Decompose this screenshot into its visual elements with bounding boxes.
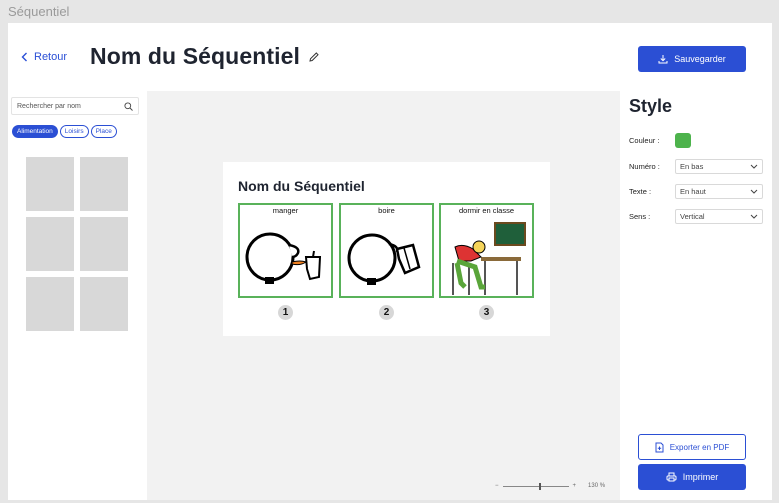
page-title-text: Nom du Séquentiel — [90, 43, 300, 69]
save-button[interactable]: Sauvegarder — [638, 46, 746, 72]
text-label: Texte : — [629, 187, 652, 196]
zoom-control: − + 130 % — [495, 482, 606, 490]
pictogram-thumbnail[interactable] — [26, 277, 74, 331]
filter-place[interactable]: Place — [90, 125, 117, 138]
step-label: manger — [272, 206, 299, 215]
color-row: Couleur : — [629, 133, 691, 148]
step-number-1: 1 — [278, 305, 293, 320]
select-value: Vertical — [680, 212, 705, 221]
filter-loisirs[interactable]: Loisirs — [59, 125, 89, 138]
step-card-3[interactable]: dormir en classe — [439, 203, 534, 298]
print-button[interactable]: Imprimer — [638, 464, 746, 490]
back-button[interactable]: Retour — [21, 51, 67, 63]
pictogram-thumbnail[interactable] — [26, 217, 74, 271]
step-card-1[interactable]: manger — [238, 203, 333, 298]
eating-pictogram-icon — [245, 232, 322, 284]
page-title: Nom du Séquentiel — [90, 43, 320, 70]
back-label: Retour — [34, 51, 68, 63]
editor-card: Retour Nom du Séquentiel Sauvegarder Rec… — [8, 23, 772, 500]
color-swatch[interactable] — [675, 133, 691, 148]
zoom-value: 130 % — [588, 483, 606, 489]
text-position-select[interactable]: En haut — [675, 184, 763, 199]
thumbnail-grid — [26, 157, 128, 331]
zoom-slider-handle[interactable] — [538, 482, 541, 490]
step-card-2[interactable]: boire — [339, 203, 434, 298]
download-icon — [658, 55, 668, 64]
file-plus-icon — [655, 442, 664, 452]
category-filters: Alimentation Loisirs Place — [12, 125, 117, 138]
pictogram-library: Rechercher par nom Alimentation Loisirs … — [8, 91, 147, 500]
direction-label: Sens : — [629, 212, 651, 221]
sequence-sheet: Nom du Séquentiel manger boire dormir en… — [223, 162, 550, 336]
search-input[interactable]: Rechercher par nom — [11, 97, 139, 115]
preview-canvas: Nom du Séquentiel manger boire dormir en… — [147, 91, 620, 500]
step-label: boire — [378, 206, 395, 215]
sleeping-in-class-pictogram-icon — [452, 222, 526, 295]
export-label: Exporter en PDF — [669, 442, 730, 452]
direction-row: Sens : Vertical — [629, 209, 763, 224]
text-row: Texte : En haut — [629, 184, 763, 199]
select-value: En bas — [680, 162, 704, 171]
drinking-pictogram-icon — [347, 233, 421, 285]
pencil-icon[interactable] — [308, 51, 320, 63]
style-title: Style — [629, 96, 673, 116]
number-position-select[interactable]: En bas — [675, 159, 763, 174]
chevron-down-icon — [750, 214, 758, 219]
number-label: Numéro : — [629, 162, 660, 171]
export-pdf-button[interactable]: Exporter en PDF — [638, 434, 746, 460]
pictogram-thumbnail[interactable] — [80, 217, 128, 271]
style-panel: Style Couleur : Numéro : En bas Texte : … — [620, 91, 772, 500]
zoom-in-button[interactable]: + — [573, 483, 577, 489]
pictogram-thumbnail[interactable] — [26, 157, 74, 211]
chevron-left-icon — [21, 52, 27, 62]
save-label: Sauvegarder — [674, 54, 726, 64]
zoom-out-button[interactable]: − — [495, 483, 499, 489]
pictogram-thumbnail[interactable] — [80, 277, 128, 331]
zoom-slider[interactable] — [502, 482, 569, 490]
step-label: dormir en classe — [458, 206, 515, 215]
search-icon — [124, 101, 133, 111]
step-number-3: 3 — [479, 305, 494, 320]
printer-icon — [666, 472, 677, 482]
direction-select[interactable]: Vertical — [675, 209, 763, 224]
search-placeholder: Rechercher par nom — [17, 102, 81, 110]
window-title: Séquentiel — [8, 4, 70, 19]
color-label: Couleur : — [629, 136, 660, 145]
sheet-title: Nom du Séquentiel — [238, 178, 365, 194]
print-label: Imprimer — [682, 472, 719, 482]
select-value: En haut — [680, 187, 706, 196]
filter-alimentation[interactable]: Alimentation — [12, 125, 58, 138]
chevron-down-icon — [750, 164, 758, 169]
number-row: Numéro : En bas — [629, 159, 763, 174]
step-number-2: 2 — [379, 305, 394, 320]
chevron-down-icon — [750, 189, 758, 194]
pictogram-thumbnail[interactable] — [80, 157, 128, 211]
